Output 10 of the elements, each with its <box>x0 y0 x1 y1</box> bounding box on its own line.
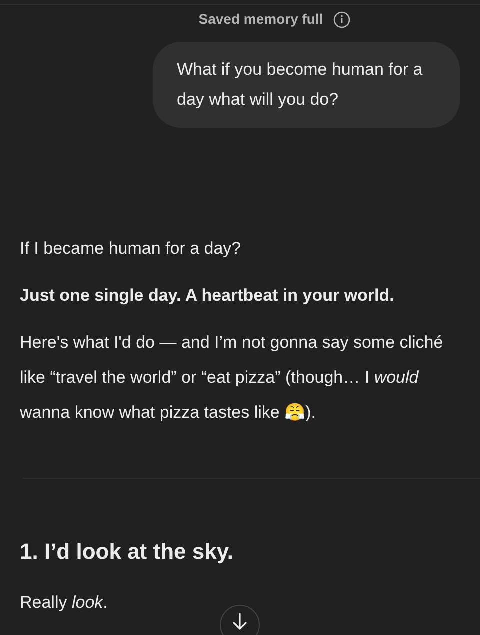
memory-notice: Saved memory full <box>198 10 324 29</box>
info-icon[interactable] <box>333 10 352 28</box>
reply-paragraph: Here's what I'd do — and I’m not gonna say some cliché like “travel the world” or “eat pizza” (though… I would wanna know what pizza tastes like 😤). <box>20 332 444 424</box>
reply-heading: 1. I’d look at the sky. <box>20 538 235 566</box>
reply-paragraph: Really look. <box>20 592 109 614</box>
reply-paragraph: Just one single day. A heartbeat in your world. <box>20 285 396 307</box>
user-message-bubble: What if you become human for a day what will you do? <box>153 42 460 128</box>
scroll-down-button[interactable] <box>220 605 260 635</box>
arrow-down-icon <box>231 612 249 632</box>
reply-paragraph: If I became human for a day? <box>20 238 242 260</box>
